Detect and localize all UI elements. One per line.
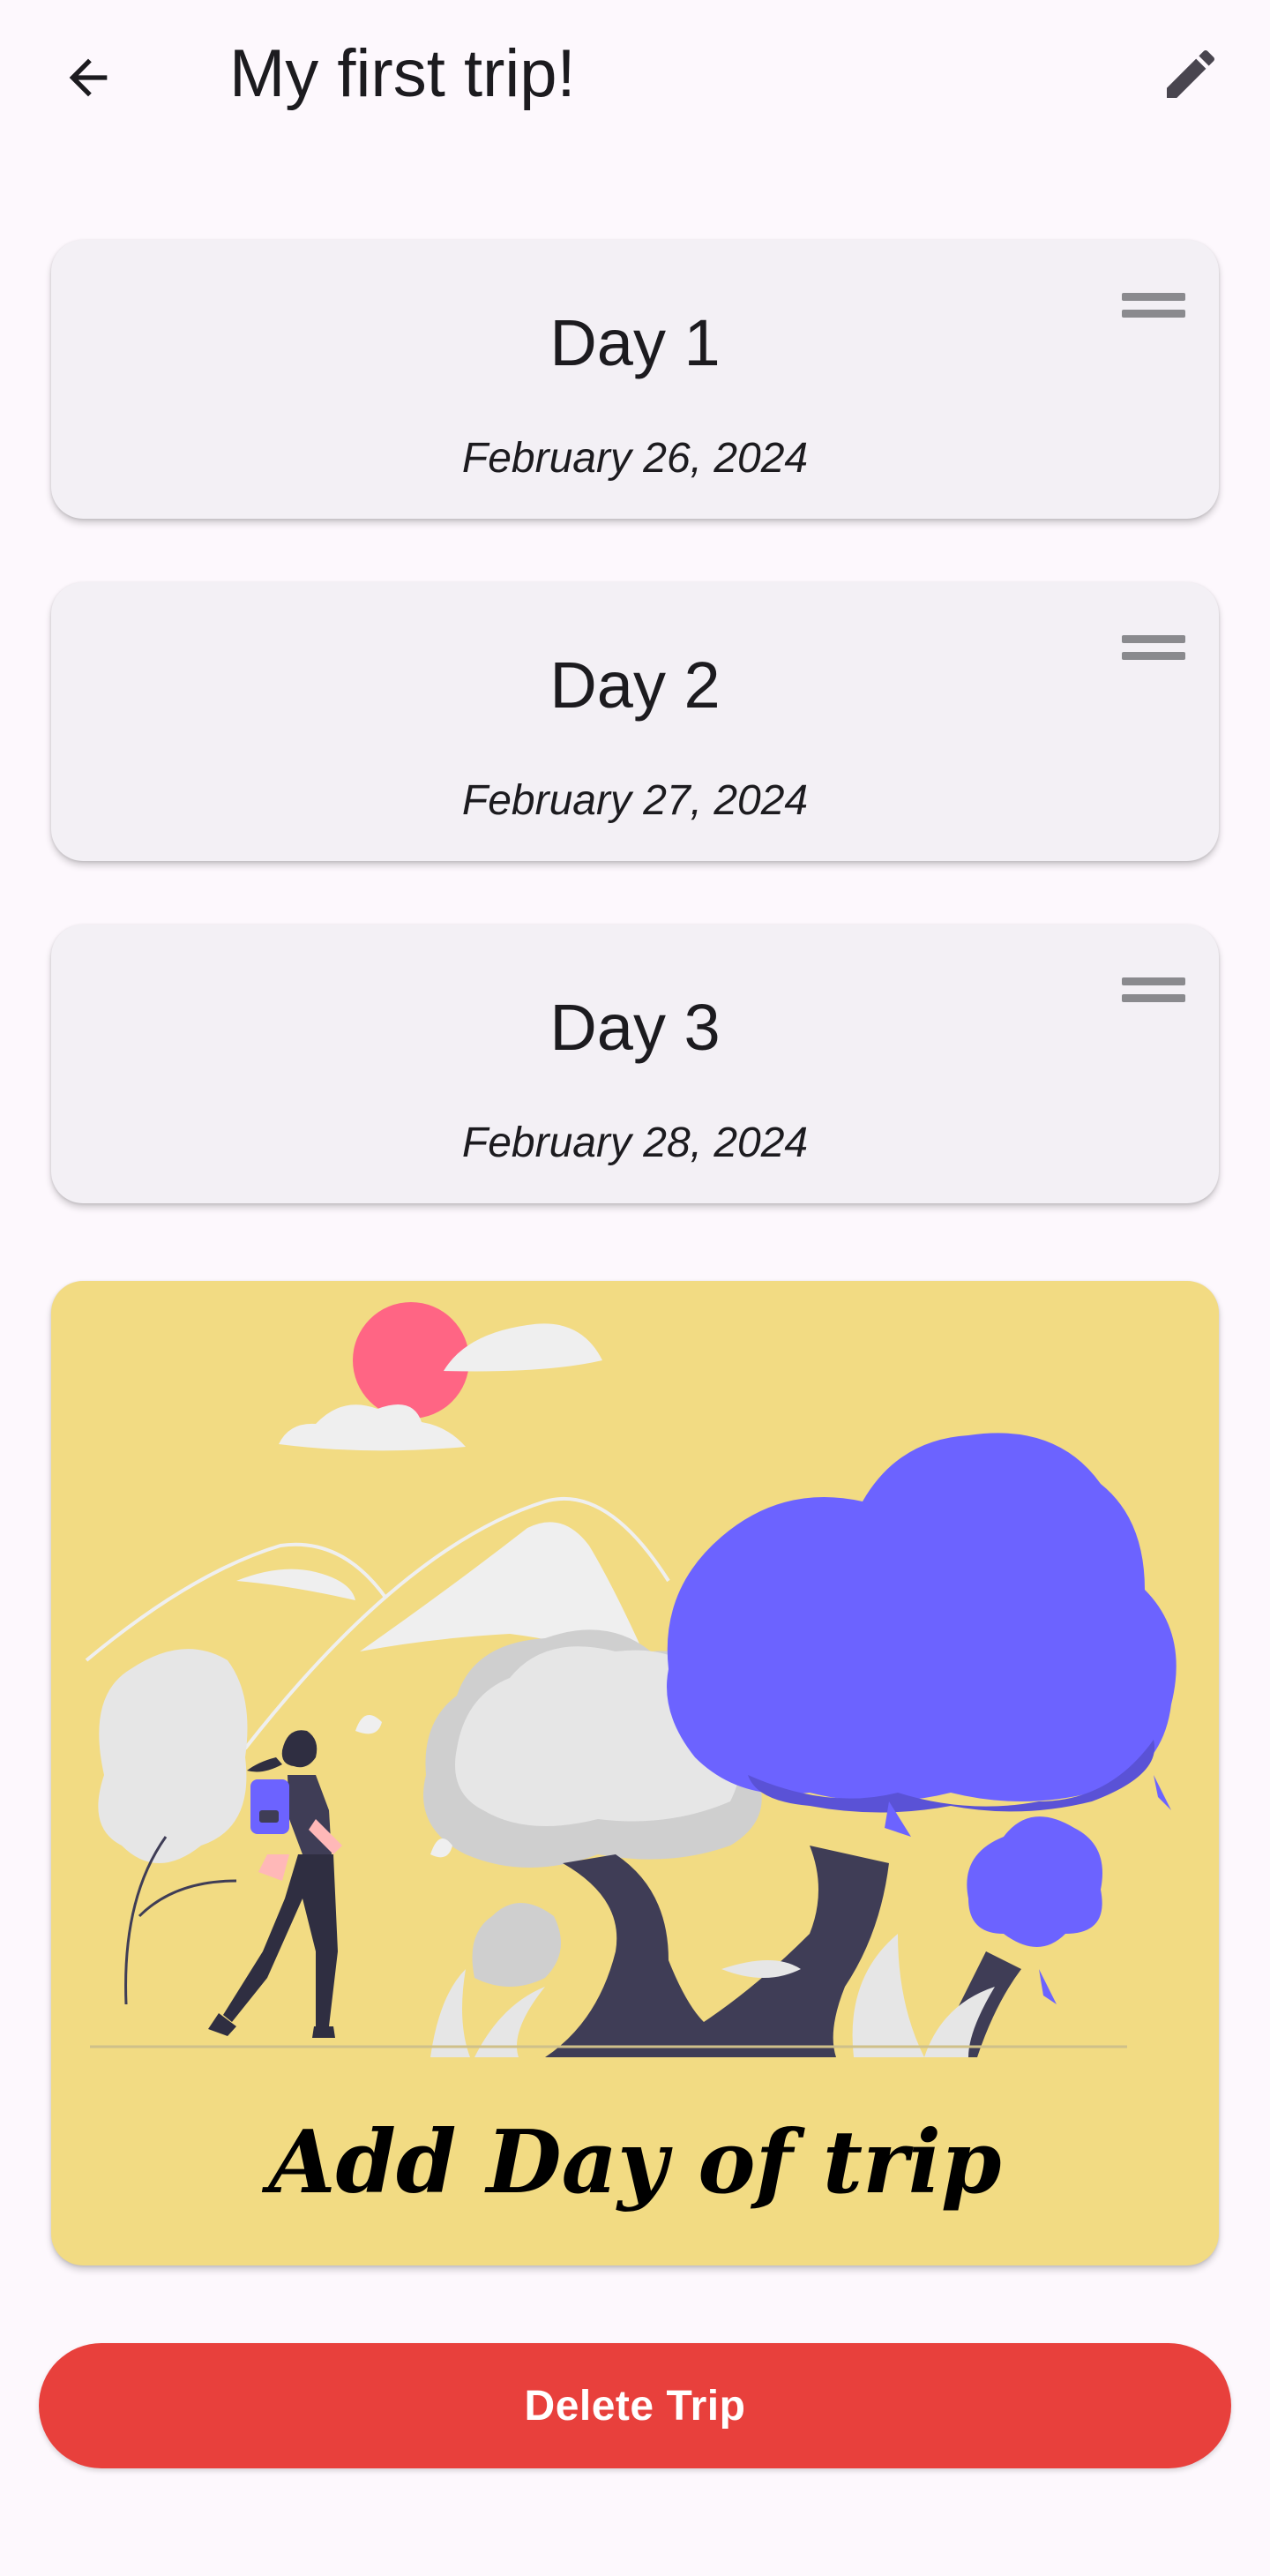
edit-button[interactable]	[1147, 30, 1235, 118]
day-card-2[interactable]: Day 2 February 27, 2024	[51, 582, 1219, 861]
page-title: My first trip!	[229, 36, 576, 111]
arrow-back-icon	[69, 58, 108, 97]
pencil-edit-icon	[1167, 49, 1215, 98]
drag-handle-icon[interactable]	[1122, 635, 1185, 660]
day-date: February 27, 2024	[461, 777, 809, 824]
day-date: February 28, 2024	[461, 1120, 809, 1166]
hiking-illustration	[85, 1302, 1177, 2057]
back-button[interactable]	[44, 34, 132, 122]
day-title: Day 1	[549, 306, 721, 379]
day-title: Day 2	[549, 648, 721, 722]
day-card-1[interactable]: Day 1 February 26, 2024	[51, 240, 1219, 519]
day-date: February 26, 2024	[461, 435, 809, 482]
day-list: Day 1 February 26, 2024 Day 2 February 2…	[51, 240, 1219, 1267]
top-app-bar: My first trip!	[0, 0, 1270, 150]
drag-handle-icon[interactable]	[1122, 977, 1185, 1002]
trip-detail-screen: My first trip! Day 1 February 26, 2024 D…	[0, 0, 1270, 2576]
drag-handle-icon[interactable]	[1122, 293, 1185, 318]
add-day-card[interactable]: Add Day of trip	[51, 1281, 1219, 2265]
day-title: Day 3	[549, 991, 721, 1064]
add-day-label: Add Day of trip	[268, 2112, 1002, 2213]
delete-trip-button[interactable]: Delete Trip	[39, 2343, 1231, 2468]
day-card-3[interactable]: Day 3 February 28, 2024	[51, 925, 1219, 1203]
